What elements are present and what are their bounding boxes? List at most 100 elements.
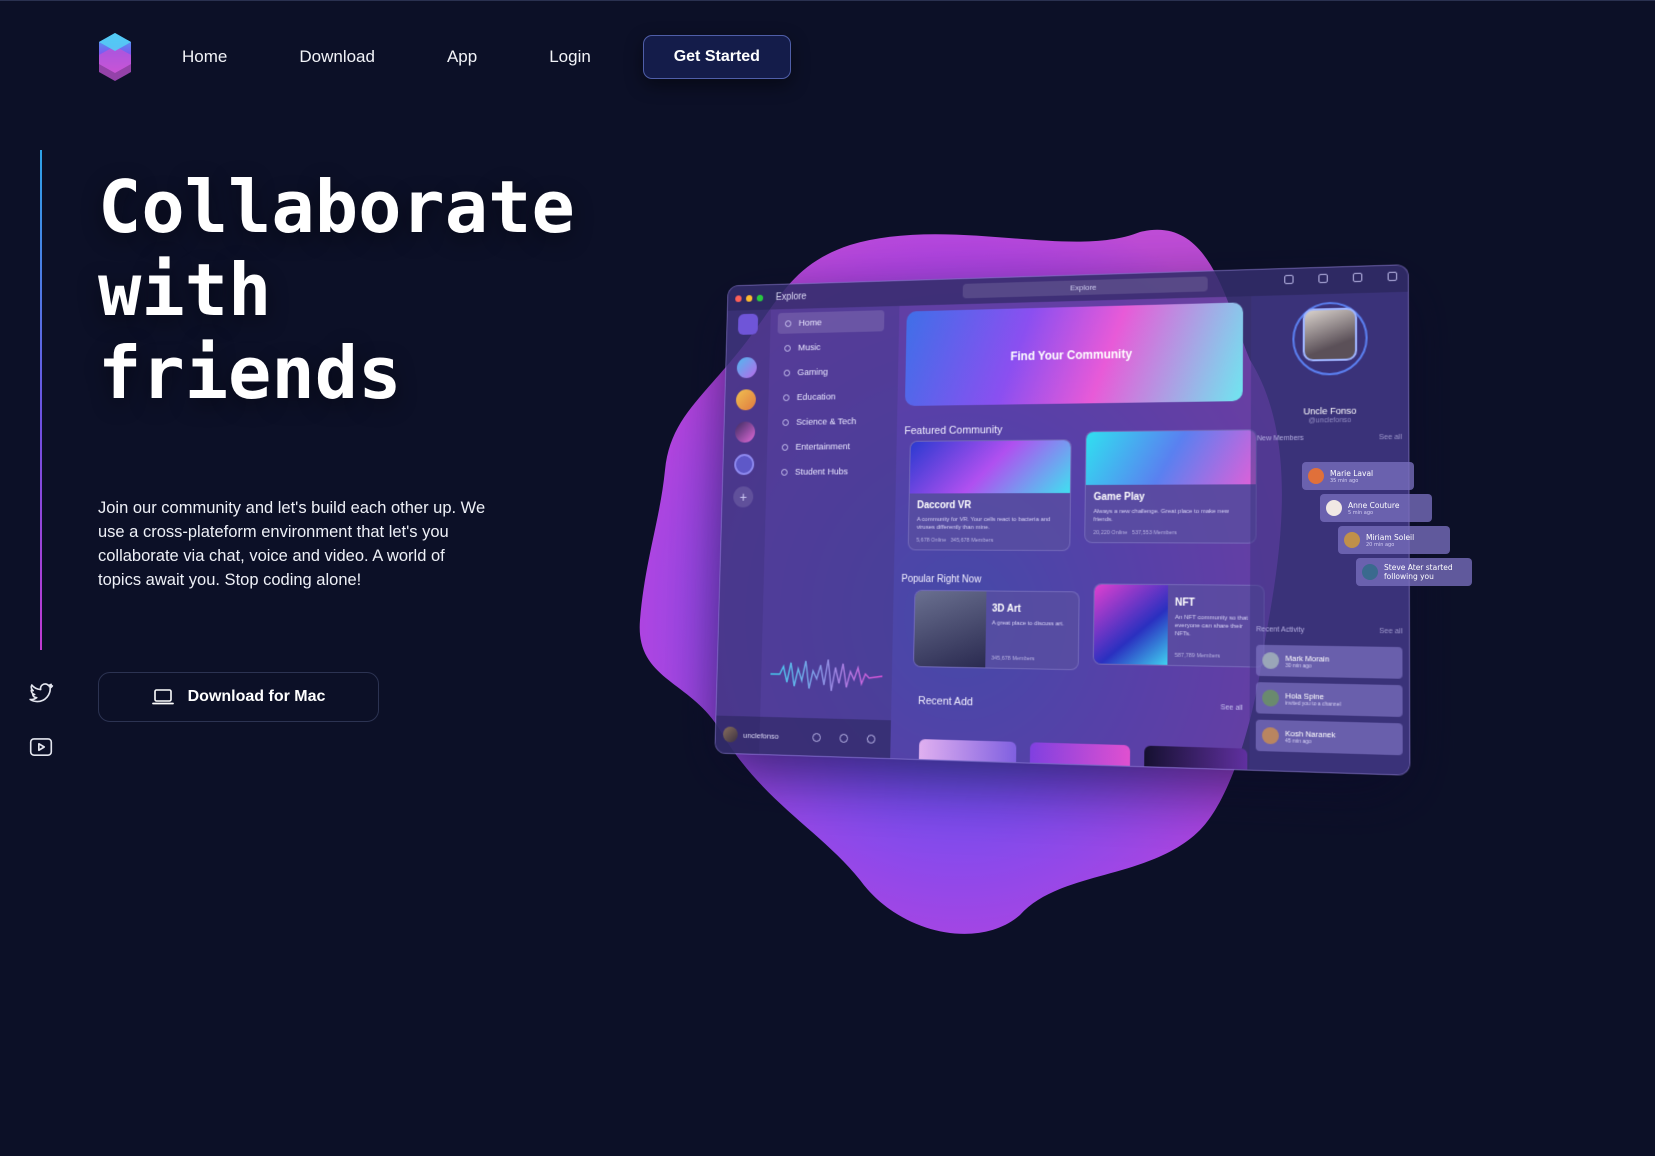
activity-item[interactable]: Mark Morain 30 min ago — [1256, 645, 1403, 679]
featured-heading: Featured Community — [904, 424, 1002, 437]
card-title: Game Play — [1094, 492, 1145, 503]
new-member-item[interactable]: Steve Ater started following you — [1356, 558, 1472, 586]
avatar[interactable] — [723, 726, 738, 742]
member-count: 587,789 Members — [1175, 653, 1221, 660]
window-title: Explore — [776, 291, 807, 302]
inbox-icon[interactable] — [1353, 273, 1362, 282]
sidebar-item-label: Home — [798, 317, 821, 328]
close-dot-icon[interactable] — [735, 295, 741, 302]
app-mockup: Explore Explore + Home Music Gaming Educ… — [714, 264, 1410, 776]
new-member-item[interactable]: Marie Laval 35 min ago — [1302, 462, 1414, 490]
avatar — [1344, 532, 1360, 548]
app-window: Explore Explore + Home Music Gaming Educ… — [714, 264, 1410, 776]
member-time: 5 min ago — [1348, 510, 1399, 516]
sidebar-item-science-tech[interactable]: Science & Tech — [775, 410, 882, 432]
community-card-nft[interactable]: NFT An NFT community so that everyone ca… — [1093, 583, 1265, 667]
avatar — [1362, 564, 1378, 580]
member-name: Steve Ater started following you — [1384, 563, 1464, 581]
activity-note: invited you to a channel — [1285, 700, 1341, 708]
headphones-icon[interactable] — [839, 733, 848, 742]
graduation-cap-icon — [783, 394, 790, 401]
rail-server-icon[interactable] — [737, 357, 757, 378]
online-count: 20,220 Online — [1093, 530, 1127, 536]
avatar — [1262, 690, 1279, 707]
rail-server-icon[interactable] — [735, 422, 755, 443]
card-description: An NFT community so that everyone can sh… — [1175, 614, 1255, 640]
mockup-sidebar: Home Music Gaming Education Science & Te… — [759, 306, 899, 760]
bell-icon[interactable] — [1284, 275, 1293, 284]
community-card-daccord-vr[interactable]: Daccord VR A community for VR. Your cell… — [908, 439, 1072, 551]
add-server-icon[interactable]: + — [733, 486, 753, 507]
card-meta: 5,678 Online 345,678 Members — [916, 538, 993, 544]
member-count: 345,678 Members — [991, 656, 1034, 663]
activity-item[interactable]: Kosh Naranek 45 min ago — [1256, 720, 1403, 756]
member-count: 345,678 Members — [950, 538, 993, 544]
activity-name: Hola Spine — [1285, 691, 1341, 702]
compass-icon[interactable] — [734, 454, 754, 475]
new-members-see-all-link[interactable]: See all — [1379, 434, 1402, 441]
maximize-dot-icon[interactable] — [757, 294, 763, 301]
sidebar-item-entertainment[interactable]: Entertainment — [774, 435, 882, 457]
sidebar-item-home[interactable]: Home — [777, 310, 884, 334]
recent-thumbnail[interactable] — [1144, 746, 1247, 772]
popular-heading: Popular Right Now — [901, 574, 981, 586]
member-time: 35 min ago — [1330, 478, 1373, 484]
minimize-dot-icon[interactable] — [746, 295, 752, 302]
rail-logo-icon[interactable] — [738, 314, 758, 335]
new-member-item[interactable]: Miriam Soleil 20 min ago — [1338, 526, 1450, 554]
find-community-banner[interactable]: Find Your Community — [905, 302, 1243, 406]
sidebar-item-gaming[interactable]: Gaming — [776, 360, 883, 383]
member-count: 537,553 Members — [1132, 530, 1177, 536]
community-card-3d-art[interactable]: 3D Art A great place to discuss art. 345… — [913, 590, 1080, 671]
card-art — [1086, 430, 1256, 484]
avatar — [1308, 468, 1324, 484]
recent-add-heading: Recent Add — [918, 695, 973, 708]
sidebar-item-music[interactable]: Music — [777, 335, 884, 358]
activity-note: 30 min ago — [1285, 662, 1329, 669]
sidebar-item-label: Education — [797, 391, 836, 402]
sidebar-item-label: Gaming — [797, 366, 828, 377]
recent-activity-see-all-link[interactable]: See all — [1379, 628, 1402, 636]
card-art — [914, 591, 986, 668]
activity-item[interactable]: Hola Spine invited you to a channel — [1256, 682, 1403, 717]
sidebar-item-label: Entertainment — [795, 441, 850, 452]
sidebar-item-label: Student Hubs — [795, 466, 848, 477]
card-description: Always a new challenge. Great place to m… — [1093, 508, 1247, 524]
sidebar-item-student-hubs[interactable]: Student Hubs — [774, 461, 882, 483]
activity-name: Mark Morain — [1285, 653, 1329, 663]
member-name: Anne Couture — [1348, 501, 1399, 510]
microphone-icon[interactable] — [812, 732, 821, 741]
mockup-main-content: Find Your Community Featured Community D… — [890, 296, 1251, 772]
chat-icon[interactable] — [1318, 274, 1327, 283]
recent-activity-label: Recent Activity — [1256, 626, 1304, 634]
building-icon — [781, 468, 788, 475]
new-members-label: New Members — [1257, 435, 1304, 443]
community-card-game-play[interactable]: Game Play Always a new challenge. Great … — [1084, 429, 1257, 543]
recent-thumbnail[interactable] — [919, 739, 1017, 764]
profile-avatar[interactable] — [1303, 307, 1357, 361]
star-icon — [782, 444, 789, 451]
recent-see-all-link[interactable]: See all — [1221, 704, 1243, 712]
sidebar-item-label: Science & Tech — [796, 416, 856, 427]
recent-thumbnail[interactable] — [1030, 742, 1130, 768]
new-member-item[interactable]: Anne Couture 5 min ago — [1320, 494, 1432, 522]
sidebar-item-education[interactable]: Education — [776, 385, 883, 408]
card-title: Daccord VR — [917, 500, 971, 511]
gamepad-icon — [784, 369, 791, 376]
profile-name: Uncle Fonso — [1251, 405, 1410, 417]
card-description: A great place to discuss art. — [992, 619, 1071, 628]
card-description: A community for VR. Your cells react to … — [917, 516, 1062, 532]
avatar — [1326, 500, 1342, 516]
home-icon — [785, 320, 792, 327]
atom-icon — [782, 419, 789, 426]
avatar — [1262, 727, 1279, 744]
user-settings-icon[interactable] — [866, 734, 875, 743]
card-art — [910, 440, 1071, 493]
member-name: Marie Laval — [1330, 469, 1373, 478]
online-count: 5,678 Online — [916, 538, 946, 544]
audio-waveform — [770, 654, 883, 696]
avatar — [1262, 652, 1279, 669]
music-icon — [784, 344, 791, 351]
settings-icon[interactable] — [1388, 272, 1398, 281]
rail-server-icon[interactable] — [736, 389, 756, 410]
